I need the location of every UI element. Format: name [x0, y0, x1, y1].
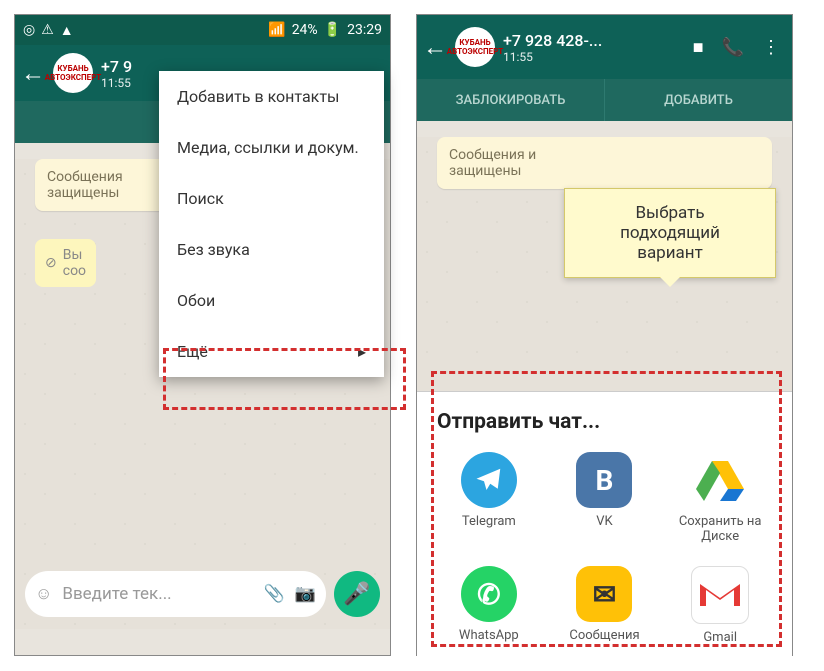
emoji-icon[interactable]: ☺ [35, 584, 52, 604]
message-field[interactable]: ☺ Введите тек... 📎 📷 [25, 571, 326, 617]
back-icon[interactable]: ← [423, 33, 447, 62]
menu-mute[interactable]: Без звука [159, 224, 384, 275]
menu-add-contact[interactable]: Добавить в контакты [159, 71, 384, 122]
menu-media[interactable]: Медиа, ссылки и докум. [159, 122, 384, 173]
clock: 23:29 [347, 22, 382, 38]
add-tab[interactable]: ДОБАВИТЬ [604, 79, 792, 121]
highlight-more [163, 348, 406, 410]
action-banner: ЗАБЛОКИРОВАТЬ ДОБАВИТЬ [417, 79, 792, 121]
phone-icon[interactable]: 📞 [722, 37, 744, 58]
wifi-icon: 📶 [268, 22, 285, 38]
overflow-menu: Добавить в контакты Медиа, ссылки и доку… [159, 71, 384, 377]
highlight-share-grid [431, 371, 782, 647]
camera-icon[interactable]: 📷 [295, 584, 316, 604]
play-icon: ▲ [60, 22, 74, 39]
attach-icon[interactable]: 📎 [264, 584, 285, 604]
last-seen: 11:55 [503, 50, 693, 64]
phone-number[interactable]: +7 928 428-... [503, 31, 693, 50]
notif-icon: ◎ [23, 22, 35, 39]
encryption-notice: Сообщения и защищены [437, 137, 772, 189]
phone-left: ◎⚠▲ 📶24%🔋23:29 ← КУБАНЬ АВТОЭКСПЕРТ +7 9… [14, 14, 391, 656]
blocked-icon: ⊘ [45, 255, 57, 271]
menu-wallpaper[interactable]: Обои [159, 275, 384, 326]
block-tab[interactable]: ЗАБЛОКИРОВАТЬ [417, 79, 604, 121]
deleted-message: ⊘Вы соо [35, 239, 96, 287]
phone-right: ← КУБАНЬ АВТОЭКСПЕРТ +7 928 428-... 11:5… [416, 14, 793, 656]
menu-search[interactable]: Поиск [159, 173, 384, 224]
status-bar: ◎ ⚠ ▲ 📶 24% 🔋 23:29 [15, 15, 390, 45]
mic-button[interactable]: 🎤 [334, 571, 380, 617]
back-icon[interactable]: ← [21, 59, 45, 88]
input-bar: ☺ Введите тек... 📎 📷 🎤 [25, 571, 380, 617]
video-icon[interactable]: ■ [693, 37, 704, 58]
callout-tip: Выбрать подходящий вариант [564, 188, 776, 278]
battery-icon: 24% [292, 22, 318, 38]
battery-icon: 🔋 [324, 22, 341, 38]
placeholder: Введите тек... [62, 584, 253, 604]
chat-header: ← КУБАНЬ АВТОЭКСПЕРТ +7 928 428-... 11:5… [417, 15, 792, 79]
mic-icon: 🎤 [343, 582, 370, 607]
avatar[interactable]: КУБАНЬ АВТОЭКСПЕРТ [53, 53, 93, 93]
avatar[interactable]: КУБАНЬ АВТОЭКСПЕРТ [455, 27, 495, 67]
warn-icon: ⚠ [41, 22, 54, 39]
menu-icon[interactable]: ⋮ [762, 37, 780, 58]
